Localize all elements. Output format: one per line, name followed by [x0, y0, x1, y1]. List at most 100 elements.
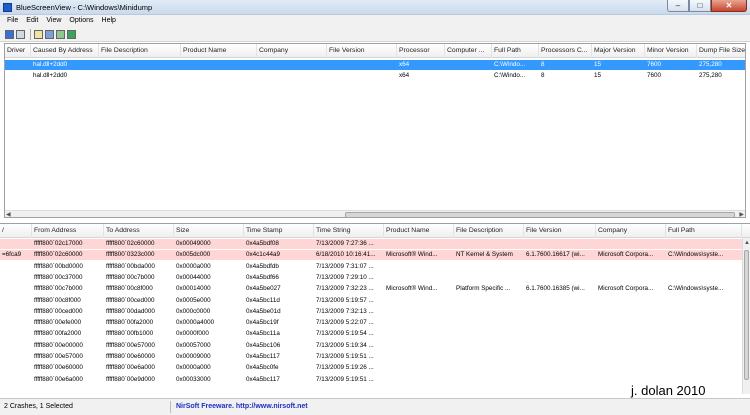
- column-header[interactable]: Product Name: [181, 44, 257, 58]
- table-row[interactable]: fffff880`00bd0000 fffff880`00bda000 0x0000…: [0, 262, 750, 272]
- table-cell: 7/13/2009 7:32:13 ...: [316, 307, 374, 315]
- table-row[interactable]: fffff800`02c17000 fffff800`02c60000 0x0004…: [0, 239, 750, 249]
- table-cell: [5, 60, 31, 70]
- table-cell: fffff880`00e60000: [34, 364, 83, 372]
- scroll-right-icon[interactable]: ▶: [739, 211, 744, 217]
- table-row[interactable]: fffff880`00ced000 fffff880`00dad000 0x000c…: [0, 307, 750, 317]
- table-cell: 275,280: [699, 61, 722, 68]
- column-header[interactable]: Minor Version: [645, 44, 697, 58]
- menu-help[interactable]: Help: [98, 15, 120, 27]
- table-cell: 0x00014000: [176, 285, 211, 293]
- close-button[interactable]: ✕: [711, 0, 747, 12]
- column-header[interactable]: Time String: [314, 224, 384, 238]
- column-header[interactable]: File Version: [524, 224, 596, 238]
- minimize-button[interactable]: –: [667, 0, 689, 12]
- column-header[interactable]: Time Stamp: [244, 224, 314, 238]
- column-header[interactable]: Full Path: [666, 224, 742, 238]
- table-row[interactable]: fffff880`00e60000 fffff880`00e6a000 0x0000…: [0, 363, 750, 373]
- crash-list-horizontal-scrollbar[interactable]: ◀ ▶: [5, 210, 745, 217]
- properties-icon[interactable]: [45, 29, 54, 39]
- table-row[interactable]: fffff880`00e57000 fffff880`00e60000 0x0000…: [0, 352, 750, 362]
- crash-list[interactable]: Driver Caused By Address File Description P…: [4, 43, 746, 218]
- column-header[interactable]: Product Name: [384, 224, 454, 238]
- column-header[interactable]: Computer ...: [445, 44, 492, 58]
- table-cell: [666, 239, 742, 249]
- table-cell: [0, 363, 32, 373]
- scroll-up-icon[interactable]: ▲: [744, 239, 750, 247]
- table-row[interactable]: fffff880`00c37000 fffff880`00c7b000 0x0004…: [0, 273, 750, 283]
- table-cell: x64: [399, 61, 410, 68]
- copy-icon[interactable]: [16, 29, 25, 39]
- driver-list[interactable]: / From Address To Address Size Time Stamp Tim…: [0, 223, 750, 395]
- table-cell: [454, 239, 524, 249]
- exit-icon[interactable]: [67, 29, 76, 39]
- menu-file[interactable]: File: [3, 15, 22, 27]
- column-header[interactable]: Processors C...: [539, 44, 592, 58]
- table-cell: 7/13/2009 7:27:36 ...: [316, 240, 374, 247]
- table-cell: [384, 352, 454, 362]
- column-header[interactable]: Full Path: [492, 44, 539, 58]
- menu-options[interactable]: Options: [65, 15, 97, 27]
- table-row[interactable]: fffff880`00e00000 fffff880`00e57000 0x0005…: [0, 341, 750, 351]
- column-header[interactable]: Major Version: [592, 44, 645, 58]
- table-cell: [0, 284, 32, 294]
- menu-view[interactable]: View: [42, 15, 65, 27]
- column-header[interactable]: Processor: [397, 44, 445, 58]
- table-cell: [666, 352, 742, 362]
- column-header[interactable]: Driver: [5, 44, 31, 58]
- table-cell: 7/13/2009 5:19:57 ...: [316, 296, 374, 304]
- column-header[interactable]: To Address: [104, 224, 174, 238]
- table-cell: NT Kernel & System: [456, 251, 513, 259]
- table-row[interactable]: fffff880`00efe000 fffff880`00fa2000 0x0000…: [0, 318, 750, 328]
- table-cell: 0x0000f000: [176, 330, 209, 338]
- table-cell: [524, 341, 596, 351]
- table-cell: [454, 262, 524, 272]
- table-cell: [524, 329, 596, 339]
- column-header[interactable]: File Version: [327, 44, 397, 58]
- table-cell: 7/13/2009 5:19:34 ...: [316, 341, 374, 349]
- table-cell: 6/18/2010 10:16:41...: [316, 251, 376, 259]
- table-cell: [384, 363, 454, 373]
- table-cell: [445, 60, 492, 70]
- column-header[interactable]: Dump File Size: [697, 44, 745, 58]
- table-cell: 0x4a5bdfdb: [246, 262, 279, 270]
- menu-edit[interactable]: Edit: [22, 15, 42, 27]
- table-row[interactable]: fffff880`00c7b000 fffff880`00c8f000 0x0001…: [0, 284, 750, 294]
- column-header[interactable]: From Address: [32, 224, 104, 238]
- table-cell: [666, 318, 742, 328]
- table-row[interactable]: fffff880`00c8f000 fffff880`00ced000 0x0005…: [0, 296, 750, 306]
- table-row[interactable]: hal.dll+2dd0 x64 C:\Windo... 8 15 7600 275,280: [5, 71, 745, 81]
- scroll-left-icon[interactable]: ◀: [6, 211, 11, 217]
- table-row[interactable]: hal.dll+2dd0 x64 C:\Windo... 8 15 7600 275,280: [5, 60, 745, 70]
- title-bar[interactable]: BlueScreenView - C:\Windows\Minidump – □…: [0, 0, 750, 15]
- table-cell: 7/13/2009 5:19:51 ...: [316, 353, 374, 360]
- scroll-thumb[interactable]: [744, 250, 749, 380]
- table-row[interactable]: fffff880`00fa2000 fffff880`00fb1000 0x0000…: [0, 329, 750, 339]
- maximize-button[interactable]: □: [689, 0, 711, 12]
- table-cell: [0, 341, 32, 351]
- table-cell: 8: [541, 72, 545, 79]
- report-icon[interactable]: [34, 29, 43, 39]
- table-row[interactable]: =6fca9 fffff800`02c60000 fffff800`0323c000…: [0, 250, 750, 261]
- column-header[interactable]: Caused By Address: [31, 44, 99, 58]
- table-cell: 7/13/2009 5:19:26 ...: [316, 364, 374, 372]
- column-header[interactable]: Company: [257, 44, 327, 58]
- column-header[interactable]: File Description: [454, 224, 524, 238]
- column-header[interactable]: Size: [174, 224, 244, 238]
- column-header[interactable]: Company: [596, 224, 666, 238]
- refresh-icon[interactable]: [56, 29, 65, 39]
- table-cell: 7600: [647, 72, 662, 79]
- save-icon[interactable]: [5, 29, 14, 39]
- column-header[interactable]: /: [0, 224, 32, 238]
- table-cell: [0, 375, 32, 385]
- table-cell: C:\Windo...: [494, 72, 526, 79]
- nirsoft-link[interactable]: NirSoft Freeware. http://www.nirsoft.net: [176, 403, 308, 410]
- table-cell: 0x4c1c44a9: [246, 251, 280, 259]
- table-cell: [99, 71, 181, 81]
- driver-list-vertical-scrollbar[interactable]: ▲: [742, 238, 750, 394]
- table-cell: 8: [541, 61, 545, 68]
- scroll-thumb[interactable]: [345, 212, 735, 217]
- column-header[interactable]: File Description: [99, 44, 181, 58]
- table-cell: [384, 296, 454, 306]
- table-cell: [454, 273, 524, 283]
